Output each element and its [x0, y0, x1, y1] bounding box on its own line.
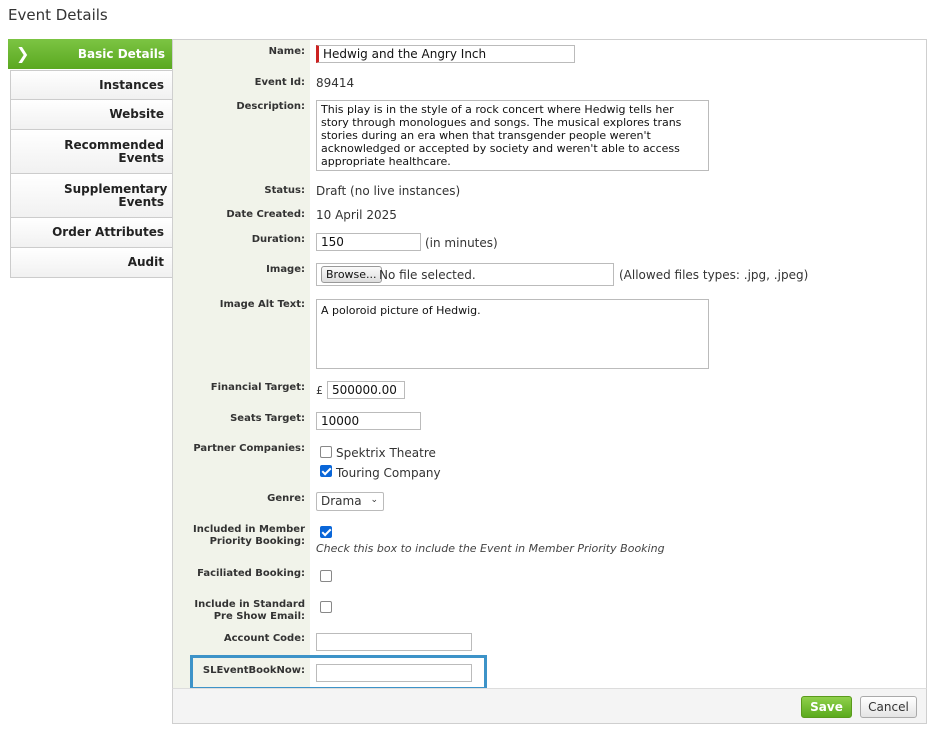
nav-item-website[interactable]: Website — [10, 100, 172, 130]
account-code-label: Account Code: — [223, 633, 305, 644]
chevron-right-icon: ❯ — [16, 44, 30, 63]
nav-item-label: Order Attributes — [52, 225, 164, 239]
touring-company-checkbox[interactable] — [320, 465, 332, 477]
image-alt-textarea[interactable]: A poloroid picture of Hedwig. — [316, 299, 709, 369]
genre-value: Drama — [321, 494, 362, 508]
duration-label: Duration: — [251, 234, 305, 245]
date-created-value: 10 April 2025 — [316, 208, 397, 222]
save-button[interactable]: Save — [801, 696, 852, 718]
label-column — [173, 40, 310, 688]
cancel-button[interactable]: Cancel — [860, 696, 917, 718]
nav-item-label: Instances — [99, 77, 164, 92]
event-id-value: 89414 — [316, 76, 355, 90]
date-created-label: Date Created: — [226, 209, 305, 220]
nav-item-recommended-events[interactable]: Recommended Events — [10, 130, 172, 174]
seats-target-label: Seats Target: — [230, 413, 305, 424]
nav-item-supplementary-events[interactable]: Supplementary Events — [10, 174, 172, 218]
nav-item-basic-details[interactable]: ❯ Basic Details — [8, 39, 181, 69]
status-label: Status: — [264, 185, 305, 196]
image-label: Image: — [266, 264, 305, 275]
description-textarea[interactable]: This play is in the style of a rock conc… — [316, 100, 709, 171]
member-priority-label-1: Included in Member — [193, 524, 305, 535]
facilitated-label: Faciliated Booking: — [197, 568, 305, 579]
nav-item-instances[interactable]: Instances — [10, 70, 172, 100]
page-title: Event Details — [8, 6, 108, 24]
nav-item-label: Audit — [127, 255, 164, 269]
member-priority-hint: Check this box to include the Event in M… — [316, 542, 665, 555]
facilitated-checkbox[interactable] — [320, 570, 332, 582]
nav-item-order-attributes[interactable]: Order Attributes — [10, 218, 172, 248]
pre-show-email-checkbox[interactable] — [320, 601, 332, 613]
genre-select[interactable]: Drama ⌄ — [316, 492, 384, 511]
file-status: No file selected. — [379, 268, 476, 282]
spektrix-theatre-checkbox[interactable] — [320, 446, 332, 458]
description-label: Description: — [236, 101, 305, 112]
name-label: Name: — [268, 46, 305, 57]
financial-target-label: Financial Target: — [210, 382, 305, 393]
pre-show-email-label-1: Include in Standard — [194, 599, 305, 610]
highlight-box — [190, 655, 487, 690]
financial-target-input[interactable]: 500000.00 — [327, 381, 405, 399]
nav-item-label: Basic Details — [77, 47, 165, 61]
image-alt-label: Image Alt Text: — [219, 299, 305, 310]
member-priority-checkbox[interactable] — [320, 526, 332, 538]
chevron-down-icon: ⌄ — [370, 495, 378, 505]
spektrix-theatre-label: Spektrix Theatre — [336, 446, 436, 460]
touring-company-label: Touring Company — [336, 466, 441, 480]
genre-label: Genre: — [267, 493, 305, 504]
member-priority-label-2: Priority Booking: — [209, 536, 305, 547]
nav-item-label: Recommended Events — [64, 137, 164, 165]
nav-item-label: Website — [109, 107, 164, 121]
duration-input[interactable]: 150 — [316, 233, 421, 251]
nav-item-label: Supplementary Events — [64, 181, 168, 209]
currency-symbol: £ — [316, 384, 323, 397]
event-id-label: Event Id: — [254, 77, 305, 88]
allowed-file-types: (Allowed files types: .jpg, .jpeg) — [619, 268, 809, 282]
partner-companies-label: Partner Companies: — [193, 443, 305, 454]
pre-show-email-label-2: Pre Show Email: — [213, 611, 305, 622]
status-value: Draft (no live instances) — [316, 184, 461, 198]
name-input[interactable]: Hedwig and the Angry Inch — [316, 45, 575, 63]
account-code-input[interactable] — [316, 633, 472, 651]
image-file-input[interactable]: Browse... No file selected. — [316, 263, 614, 286]
seats-target-input[interactable]: 10000 — [316, 412, 421, 430]
browse-button[interactable]: Browse... — [321, 266, 382, 283]
duration-unit: (in minutes) — [425, 236, 498, 250]
nav-item-audit[interactable]: Audit — [10, 248, 172, 278]
